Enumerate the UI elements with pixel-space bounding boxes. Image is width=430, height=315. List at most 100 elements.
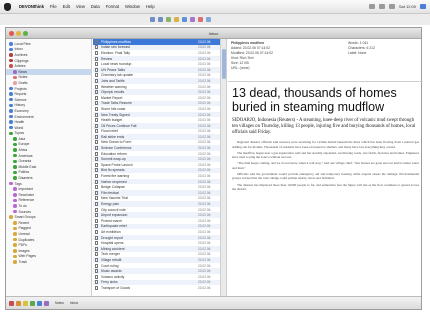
document-icon <box>95 106 98 111</box>
list-row[interactable]: UN Peace Talks 23.02.06 <box>93 66 220 73</box>
list-row-title: Court ruling <box>101 263 119 268</box>
list-row-date: 23.02.06 <box>198 285 211 290</box>
list-row[interactable]: Film festival 23.02.06 <box>93 190 220 196</box>
menu-edit[interactable]: Edit <box>63 4 70 9</box>
menu-file[interactable]: File <box>50 4 57 9</box>
list-row[interactable]: Science Conference 23.02.06 <box>93 145 220 151</box>
list-row[interactable]: Forest fire warning 23.02.06 <box>93 173 220 179</box>
info-icon[interactable] <box>182 17 187 22</box>
scrollbar-thumb[interactable] <box>222 49 226 79</box>
menu-app-name[interactable]: DEVONthink <box>19 4 44 9</box>
sidebar-item[interactable]: Trash <box>6 259 91 265</box>
list-row[interactable]: Hospital opens 23.02.06 <box>93 240 220 246</box>
list-row-title: Chemistry lab update <box>101 73 134 78</box>
document-icon <box>95 174 98 179</box>
list-row-date: 23.02.06 <box>198 101 211 106</box>
spotlight-icon[interactable] <box>420 4 426 9</box>
list-row[interactable]: Summit wrap-up 23.02.06 <box>93 156 220 163</box>
apple-menu-icon[interactable] <box>4 2 11 11</box>
list-row-title: Volcano activity <box>101 274 125 279</box>
list-row[interactable]: Music awards 23.02.06 <box>93 268 220 274</box>
sidebar-item-label: Web Pages <box>18 254 36 259</box>
trash-icon[interactable] <box>44 300 49 306</box>
list-row-date: 23.02.06 <box>198 213 211 218</box>
search-icon[interactable] <box>206 17 211 22</box>
flag-icon[interactable] <box>30 300 35 306</box>
list-row[interactable]: Space Probe Launch 23.02.06 <box>93 162 220 168</box>
status-tab-inbox[interactable]: Inbox <box>70 301 78 305</box>
list-row[interactable]: Philippines mudflow 23.02.06 <box>93 39 220 45</box>
document-icon <box>95 269 98 274</box>
list-row[interactable]: Bird flu spreads 23.02.06 <box>93 167 220 174</box>
sidebar-item-label: PDFs <box>18 243 27 248</box>
list-row[interactable]: Ferry sinks 23.02.06 <box>93 279 220 286</box>
list-row[interactable]: Flood relief 23.02.06 <box>93 129 220 135</box>
list-row[interactable]: Mining accident 23.02.06 <box>93 245 220 252</box>
forward-icon[interactable] <box>158 17 163 22</box>
list-row[interactable]: Protest march 23.02.06 <box>93 218 220 224</box>
status-tab-notes[interactable]: Notes <box>55 301 64 305</box>
menu-data[interactable]: Data <box>91 4 100 9</box>
list-row[interactable]: Volcano activity 23.02.06 <box>93 274 220 280</box>
list-row[interactable]: Airport expansion 23.02.06 <box>93 212 220 218</box>
document-icon <box>95 213 98 218</box>
list-row[interactable]: Rail strike ends 23.02.06 <box>93 134 220 140</box>
group-icon <box>13 193 17 197</box>
action-icon[interactable] <box>16 300 21 306</box>
list-row[interactable]: Market Report 23.02.06 <box>93 95 220 101</box>
list-row[interactable]: Oil Prices Continue Fall 23.02.06 <box>93 122 220 129</box>
list-row[interactable]: Trade Talks Resume 23.02.06 <box>93 100 220 107</box>
list-row[interactable]: Tech merger 23.02.06 <box>93 252 220 258</box>
menu-view[interactable]: View <box>76 4 85 9</box>
list-row[interactable]: Earthquake relief 23.02.06 <box>93 223 220 230</box>
sidebar-item-label: Topics <box>14 131 25 136</box>
list-row[interactable]: Court ruling 23.02.06 <box>93 263 220 269</box>
volume-icon[interactable] <box>378 4 385 9</box>
list-row[interactable]: Art exhibition 23.02.06 <box>93 229 220 235</box>
new-group-icon[interactable] <box>174 17 179 22</box>
list-row[interactable]: Review 23.02.06 <box>93 55 220 62</box>
list-row[interactable]: Energy plan 23.02.06 <box>93 201 220 207</box>
list-row-title: UN Peace Talks <box>101 67 126 72</box>
group-icon <box>9 64 13 68</box>
menu-format[interactable]: Format <box>106 4 119 9</box>
list-row[interactable]: Harbor reopened 23.02.06 <box>93 178 220 185</box>
classify-icon[interactable] <box>198 17 203 22</box>
lock-icon[interactable] <box>37 300 42 306</box>
list-row[interactable]: Jobs and Tariffs 23.02.06 <box>93 78 220 84</box>
wifi-icon[interactable] <box>368 4 375 9</box>
battery-icon[interactable] <box>388 4 395 9</box>
list-row[interactable]: Election: Final Tally 23.02.06 <box>93 50 220 56</box>
document-icon <box>95 123 98 128</box>
list-row[interactable]: New Treaty Signed 23.02.06 <box>93 111 220 118</box>
document-icon <box>95 45 98 50</box>
list-row[interactable]: Education reform 23.02.06 <box>93 151 220 157</box>
group-icon <box>13 187 17 191</box>
label-icon[interactable] <box>23 300 28 306</box>
list-row[interactable]: Village rebuilt 23.02.06 <box>93 257 220 263</box>
list-row[interactable]: Weather warning 23.02.06 <box>93 84 220 90</box>
list-row[interactable]: City council vote 23.02.06 <box>93 207 220 213</box>
list-row[interactable]: Bridge Collapse 23.02.06 <box>93 184 220 190</box>
menu-window[interactable]: Window <box>125 4 140 9</box>
list-row[interactable]: New Vaccine Trial 23.02.06 <box>93 196 220 202</box>
list-row[interactable]: Health budget 23.02.06 <box>93 117 220 123</box>
list-row[interactable]: Transport of Goods 23.02.06 <box>93 285 220 291</box>
list-row[interactable]: Storm hits coast 23.02.06 <box>93 106 220 112</box>
see-also-icon[interactable] <box>190 17 195 22</box>
list-row[interactable]: Olympic results 23.02.06 <box>93 89 220 95</box>
list-scrollbar[interactable] <box>221 39 227 296</box>
clock[interactable]: Sat 12:00 <box>399 4 416 9</box>
list-row[interactable]: Local news roundup 23.02.06 <box>93 61 220 67</box>
list-row[interactable]: Indian rain forecast 23.02.06 <box>93 44 220 51</box>
list-row[interactable]: Chemistry lab update 23.02.06 <box>93 73 220 79</box>
new-document-icon[interactable] <box>166 17 171 22</box>
list-row[interactable]: New Ocean to Form 23.02.06 <box>93 140 220 146</box>
menu-help[interactable]: Help <box>146 4 155 9</box>
document-icon <box>95 202 98 207</box>
back-icon[interactable] <box>150 17 155 22</box>
add-icon[interactable] <box>9 300 14 306</box>
list-row-title: Bird flu spreads <box>101 168 125 173</box>
list-row[interactable]: Drought report 23.02.06 <box>93 234 220 241</box>
document-view[interactable]: 13 dead, thousands of homes buried in st… <box>228 83 423 296</box>
